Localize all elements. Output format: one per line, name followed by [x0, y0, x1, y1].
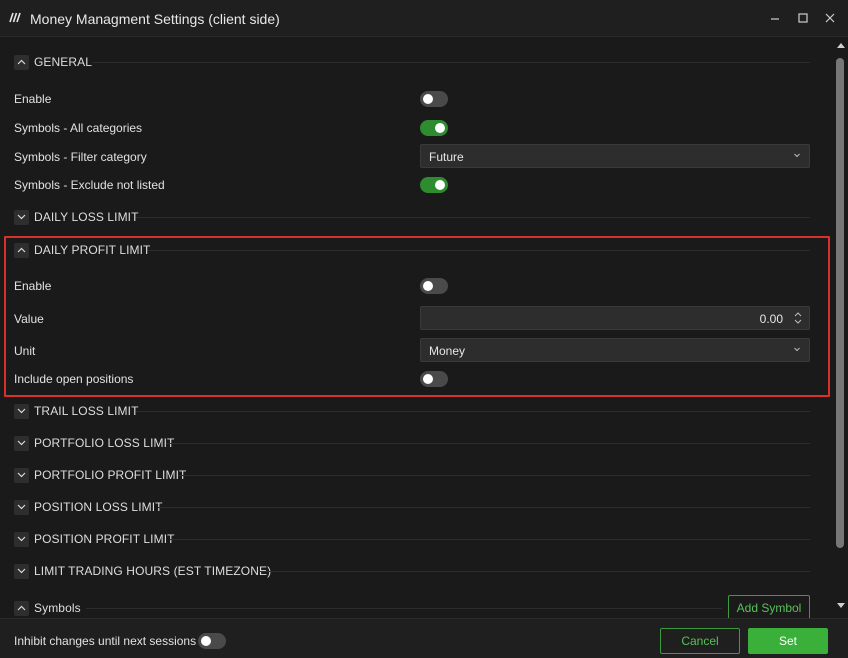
close-icon: [825, 13, 835, 23]
section-trail-loss-header[interactable]: TRAIL LOSS LIMIT: [14, 403, 139, 419]
chevron-down-icon: [14, 499, 29, 515]
section-title: TRAIL LOSS LIMIT: [34, 404, 139, 418]
profit-unit-label: Unit: [14, 344, 36, 358]
section-general-header[interactable]: GENERAL: [14, 54, 92, 70]
chevron-down-icon: [794, 153, 800, 158]
section-title: POSITION LOSS LIMIT: [34, 500, 163, 514]
up-down-arrows-icon[interactable]: [793, 310, 803, 326]
section-portfolio-loss-header[interactable]: PORTFOLIO LOSS LIMIT: [14, 435, 174, 451]
maximize-icon: [798, 13, 808, 23]
profit-enable-label: Enable: [14, 279, 52, 293]
section-divider: [158, 507, 810, 508]
close-button[interactable]: [822, 10, 838, 26]
section-divider: [92, 62, 810, 63]
section-title: DAILY PROFIT LIMIT: [34, 243, 151, 257]
general-enable-toggle[interactable]: [420, 91, 448, 107]
set-button[interactable]: Set: [748, 628, 828, 654]
maximize-button[interactable]: [795, 10, 811, 26]
chevron-down-icon: [14, 403, 29, 419]
inhibit-label: Inhibit changes until next sessions: [14, 634, 197, 648]
vertical-scrollbar[interactable]: [834, 38, 848, 618]
section-title: GENERAL: [34, 55, 93, 69]
section-title: PORTFOLIO PROFIT LIMIT: [34, 468, 187, 482]
scroll-up-icon[interactable]: [837, 42, 845, 48]
section-daily-loss-header[interactable]: DAILY LOSS LIMIT: [14, 209, 139, 225]
window-title: Money Managment Settings (client side): [30, 11, 280, 27]
symbols-filter-label: Symbols - Filter category: [14, 150, 147, 164]
symbols-exclude-label: Symbols - Exclude not listed: [14, 178, 165, 192]
settings-content: GENERAL Enable Symbols - All categories …: [0, 38, 832, 618]
minimize-button[interactable]: [767, 10, 783, 26]
symbols-filter-select[interactable]: Future: [420, 144, 810, 168]
chevron-up-icon: [14, 242, 29, 258]
app-logo-icon: [8, 12, 22, 23]
select-value: Future: [429, 150, 464, 164]
chevron-down-icon: [14, 563, 29, 579]
include-open-label: Include open positions: [14, 372, 134, 386]
section-title: PORTFOLIO LOSS LIMIT: [34, 436, 175, 450]
dialog-footer: Inhibit changes until next sessions Canc…: [0, 618, 848, 658]
symbols-all-label: Symbols - All categories: [14, 121, 143, 135]
profit-unit-select[interactable]: Money: [420, 338, 810, 362]
general-enable-label: Enable: [14, 92, 52, 106]
section-position-profit-header[interactable]: POSITION PROFIT LIMIT: [14, 531, 175, 547]
chevron-down-icon: [14, 531, 29, 547]
section-divider: [166, 443, 810, 444]
title-bar: Money Managment Settings (client side): [0, 0, 848, 37]
section-title: LIMIT TRADING HOURS (EST TIMEZONE): [34, 564, 272, 578]
spinner-value: 0.00: [759, 312, 783, 326]
include-open-toggle[interactable]: [420, 371, 448, 387]
section-divider: [136, 217, 810, 218]
section-divider: [148, 250, 810, 251]
section-divider: [170, 539, 810, 540]
section-daily-profit-header[interactable]: DAILY PROFIT LIMIT: [14, 242, 151, 258]
chevron-up-icon: [14, 600, 29, 616]
chevron-up-icon: [14, 54, 29, 70]
section-portfolio-profit-header[interactable]: PORTFOLIO PROFIT LIMIT: [14, 467, 186, 483]
profit-enable-toggle[interactable]: [420, 278, 448, 294]
cancel-button[interactable]: Cancel: [660, 628, 740, 654]
section-symbols-header[interactable]: Symbols: [14, 600, 81, 616]
section-divider: [86, 608, 722, 609]
section-title: POSITION PROFIT LIMIT: [34, 532, 175, 546]
chevron-down-icon: [794, 347, 800, 352]
add-symbol-button[interactable]: Add Symbol: [728, 595, 810, 618]
section-limit-hours-header[interactable]: LIMIT TRADING HOURS (EST TIMEZONE): [14, 563, 271, 579]
scroll-down-icon[interactable]: [837, 603, 845, 609]
chevron-down-icon: [14, 209, 29, 225]
section-title: Symbols: [34, 601, 81, 615]
section-title: DAILY LOSS LIMIT: [34, 210, 139, 224]
select-value: Money: [429, 344, 466, 358]
scrollbar-thumb[interactable]: [836, 58, 844, 548]
inhibit-toggle[interactable]: [198, 633, 226, 649]
section-divider: [178, 475, 810, 476]
symbols-all-toggle[interactable]: [420, 120, 448, 136]
profit-value-label: Value: [14, 312, 44, 326]
section-position-loss-header[interactable]: POSITION LOSS LIMIT: [14, 499, 163, 515]
chevron-down-icon: [14, 467, 29, 483]
minimize-icon: [771, 18, 779, 20]
profit-value-input[interactable]: 0.00: [420, 306, 810, 330]
section-divider: [258, 571, 810, 572]
section-divider: [136, 411, 810, 412]
chevron-down-icon: [14, 435, 29, 451]
symbols-exclude-toggle[interactable]: [420, 177, 448, 193]
